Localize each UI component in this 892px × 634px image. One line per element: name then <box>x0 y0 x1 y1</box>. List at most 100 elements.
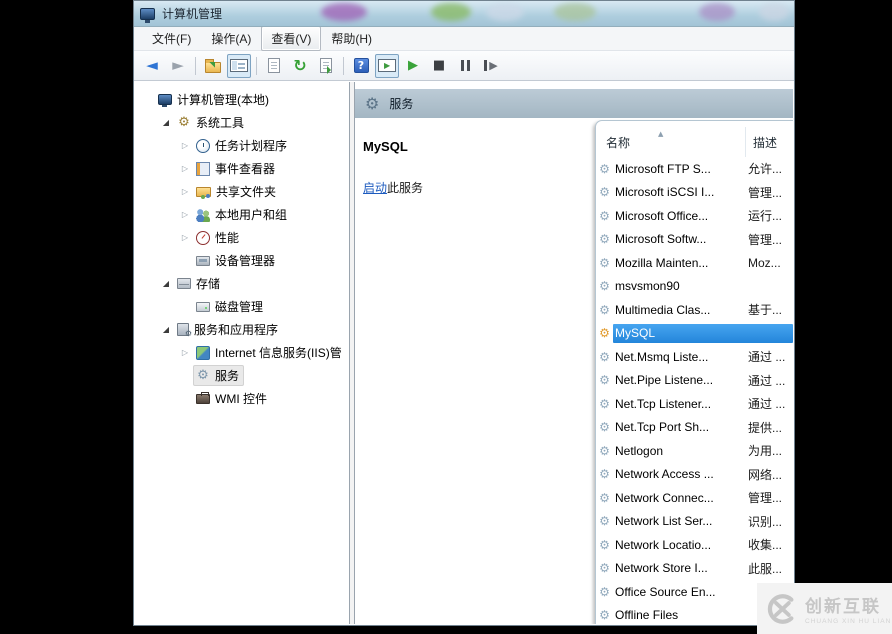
tree-item-label: 共享文件夹 <box>216 185 277 199</box>
service-row[interactable]: ⚙ Mozilla Mainten... Moz... <box>596 251 793 275</box>
expander-expanded-icon[interactable]: ◢ <box>158 118 174 127</box>
tree-item-label: 事件查看器 <box>215 162 276 176</box>
title-bar[interactable]: 计算机管理 <box>134 1 794 27</box>
service-row[interactable]: ⚙ Net.Msmq Liste... 通过 ... <box>596 345 793 369</box>
computer-management-window: 计算机管理 文件(F)操作(A)查看(V)帮助(H) ? 计算机管理(本地) ◢ 系… <box>133 0 795 626</box>
refresh-button[interactable] <box>288 54 312 78</box>
titlebar-reflection-blob <box>321 3 367 21</box>
document-button[interactable] <box>262 54 286 78</box>
service-gear-icon: ⚙ <box>599 396 610 411</box>
document-icon <box>268 58 280 73</box>
expander-expanded-icon[interactable]: ◢ <box>158 325 174 334</box>
service-row[interactable]: ⚙ MySQL <box>596 322 793 346</box>
service-row[interactable]: ⚙ Microsoft FTP S... 允许... <box>596 157 793 181</box>
tree-item-iis[interactable]: ▷ Internet 信息服务(IIS)管 <box>135 341 349 364</box>
console-tree-icon <box>230 59 248 72</box>
tree-item-device-manager[interactable]: 设备管理器 <box>135 249 349 272</box>
service-row[interactable]: ⚙ Microsoft Office... 运行... <box>596 204 793 228</box>
help-button[interactable]: ? <box>349 54 373 78</box>
back-button[interactable] <box>140 54 164 78</box>
expander-collapsed-icon[interactable]: ▷ <box>177 348 193 357</box>
console-tree-button[interactable] <box>227 53 251 78</box>
service-description-cell: 提供... <box>748 420 783 435</box>
tree-item-computer-management[interactable]: 计算机管理(本地) <box>135 88 349 111</box>
service-row[interactable]: ⚙ Multimedia Clas... 基于... <box>596 298 793 322</box>
tree-item-label: 设备管理器 <box>215 254 276 268</box>
service-name-cell: Network Access ... <box>615 467 714 482</box>
tree-item-wmi-control[interactable]: WMI 控件 <box>135 387 349 410</box>
service-description-cell: 为用... <box>748 444 783 459</box>
start-service-button[interactable] <box>401 54 425 78</box>
service-row[interactable]: ⚙ Net.Tcp Listener... 通过 ... <box>596 392 793 416</box>
service-name-cell: Offline Files <box>615 608 679 623</box>
expander-collapsed-icon[interactable]: ▷ <box>177 141 193 150</box>
extended-view-button[interactable] <box>375 53 399 78</box>
service-row[interactable]: ⚙ Netlogon 为用... <box>596 439 793 463</box>
service-description-cell: 允许... <box>748 162 783 177</box>
menu-item-help[interactable]: 帮助(H) <box>321 26 382 51</box>
service-row[interactable]: ⚙ Network Access ... 网络... <box>596 463 793 487</box>
stop-service-icon <box>433 59 445 72</box>
service-row[interactable]: ⚙ Net.Pipe Listene... 通过 ... <box>596 369 793 393</box>
service-row[interactable]: ⚙ Network Locatio... 收集... <box>596 533 793 557</box>
tree-item-label: 本地用户和组 <box>215 208 288 222</box>
service-description-cell: 基于... <box>748 303 783 318</box>
column-header-description[interactable]: 描述 <box>746 134 777 151</box>
service-row[interactable]: ⚙ Network List Ser... 识别... <box>596 510 793 534</box>
iis-icon <box>196 345 210 360</box>
wmi-icon <box>196 391 210 404</box>
tree-item-system-tools[interactable]: ◢ 系统工具 <box>135 111 349 134</box>
tree-item-disk-management[interactable]: 磁盘管理 <box>135 295 349 318</box>
titlebar-reflection-blob <box>759 3 789 21</box>
storage-icon <box>177 278 191 289</box>
service-row[interactable]: ⚙ Microsoft Softw... 管理... <box>596 228 793 252</box>
back-icon <box>146 58 158 73</box>
service-gear-icon: ⚙ <box>599 349 610 364</box>
expander-collapsed-icon[interactable]: ▷ <box>177 233 193 242</box>
tree-item-services[interactable]: 服务 <box>135 364 349 387</box>
tree-item-label: 服务和应用程序 <box>194 323 279 337</box>
expander-collapsed-icon[interactable]: ▷ <box>177 187 193 196</box>
folder-button[interactable] <box>201 54 225 78</box>
forward-button[interactable] <box>166 54 190 78</box>
tree-item-label: Internet 信息服务(IIS)管 <box>215 346 342 360</box>
tree-item-label: WMI 控件 <box>215 392 267 406</box>
service-row[interactable]: ⚙ Network Connec... 管理... <box>596 486 793 510</box>
expander-expanded-icon[interactable]: ◢ <box>158 279 174 288</box>
tree-item-event-viewer[interactable]: ▷ 事件查看器 <box>135 157 349 180</box>
tree-item-shared-folders[interactable]: ▷ 共享文件夹 <box>135 180 349 203</box>
toolbar-separator <box>343 56 344 75</box>
expander-collapsed-icon[interactable]: ▷ <box>177 164 193 173</box>
disk-management-icon <box>196 301 210 312</box>
menu-item-action[interactable]: 操作(A) <box>201 26 261 51</box>
stop-service-button[interactable] <box>427 54 451 78</box>
folder-icon <box>205 58 221 73</box>
restart-service-button[interactable] <box>479 54 503 78</box>
service-gear-icon: ⚙ <box>599 279 610 294</box>
pause-service-button[interactable] <box>453 54 477 78</box>
service-row[interactable]: ⚙ msvsmon90 <box>596 275 793 299</box>
services-pane-title: 服务 <box>389 97 414 111</box>
local-users-icon <box>196 207 210 222</box>
expander-collapsed-icon[interactable]: ▷ <box>177 210 193 219</box>
export-list-button[interactable] <box>314 54 338 78</box>
sort-ascending-icon: ▲ <box>658 130 664 138</box>
tree-item-task-scheduler[interactable]: ▷ 任务计划程序 <box>135 134 349 157</box>
tree-item-performance[interactable]: ▷ 性能 <box>135 226 349 249</box>
start-service-link[interactable]: 启动 <box>363 181 387 195</box>
window-title: 计算机管理 <box>162 7 223 21</box>
service-description-cell: 识别... <box>748 514 783 529</box>
tree-item-local-users-groups[interactable]: ▷ 本地用户和组 <box>135 203 349 226</box>
window-icon <box>140 7 155 23</box>
menu-item-file[interactable]: 文件(F) <box>142 26 201 51</box>
column-header-name[interactable]: 名称 ▲ <box>596 127 746 157</box>
service-description-cell: 通过 ... <box>748 397 786 412</box>
service-gear-icon: ⚙ <box>599 185 610 200</box>
menu-item-view[interactable]: 查看(V) <box>261 26 322 51</box>
services-gear-icon: ⚙ <box>365 93 380 113</box>
service-row[interactable]: ⚙ Net.Tcp Port Sh... 提供... <box>596 416 793 440</box>
service-row[interactable]: ⚙ Microsoft iSCSI I... 管理... <box>596 181 793 205</box>
service-row[interactable]: ⚙ Network Store I... 此服... <box>596 557 793 581</box>
tree-item-storage[interactable]: ◢ 存储 <box>135 272 349 295</box>
tree-item-services-apps[interactable]: ◢ 服务和应用程序 <box>135 318 349 341</box>
